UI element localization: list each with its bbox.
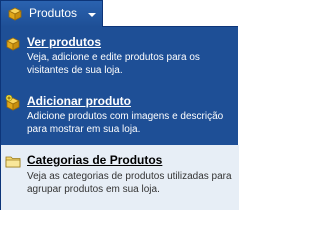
menu-item-ver-produtos[interactable]: Ver produtos Veja, adicione e edite prod…	[1, 27, 239, 85]
menu-title: Produtos	[29, 6, 78, 20]
chevron-down-icon	[88, 13, 96, 17]
box-add-icon	[5, 95, 20, 111]
menu-item-title[interactable]: Categorias de Produtos	[27, 153, 162, 167]
menu-item-adicionar-produto[interactable]: Adicionar produto Adicione produtos com …	[1, 85, 239, 145]
box-icon	[8, 7, 22, 21]
menu-item-description: Veja as categorias de produtos utilizada…	[27, 171, 232, 195]
produtos-dropdown-panel: Ver produtos Veja, adicione e edite prod…	[0, 27, 239, 210]
folder-icon	[5, 156, 21, 168]
menu-item-title[interactable]: Adicionar produto	[27, 94, 131, 108]
menu-item-description: Veja, adicione e edite produtos para os …	[27, 52, 200, 76]
menu-item-categorias-de-produtos[interactable]: Categorias de Produtos Veja as categoria…	[1, 145, 239, 210]
produtos-menu-tab[interactable]: Produtos	[0, 0, 103, 27]
menu-item-description: Adicione produtos com imagens e descriçã…	[27, 111, 224, 135]
box-icon	[6, 37, 20, 51]
menu-item-title[interactable]: Ver produtos	[27, 35, 101, 49]
